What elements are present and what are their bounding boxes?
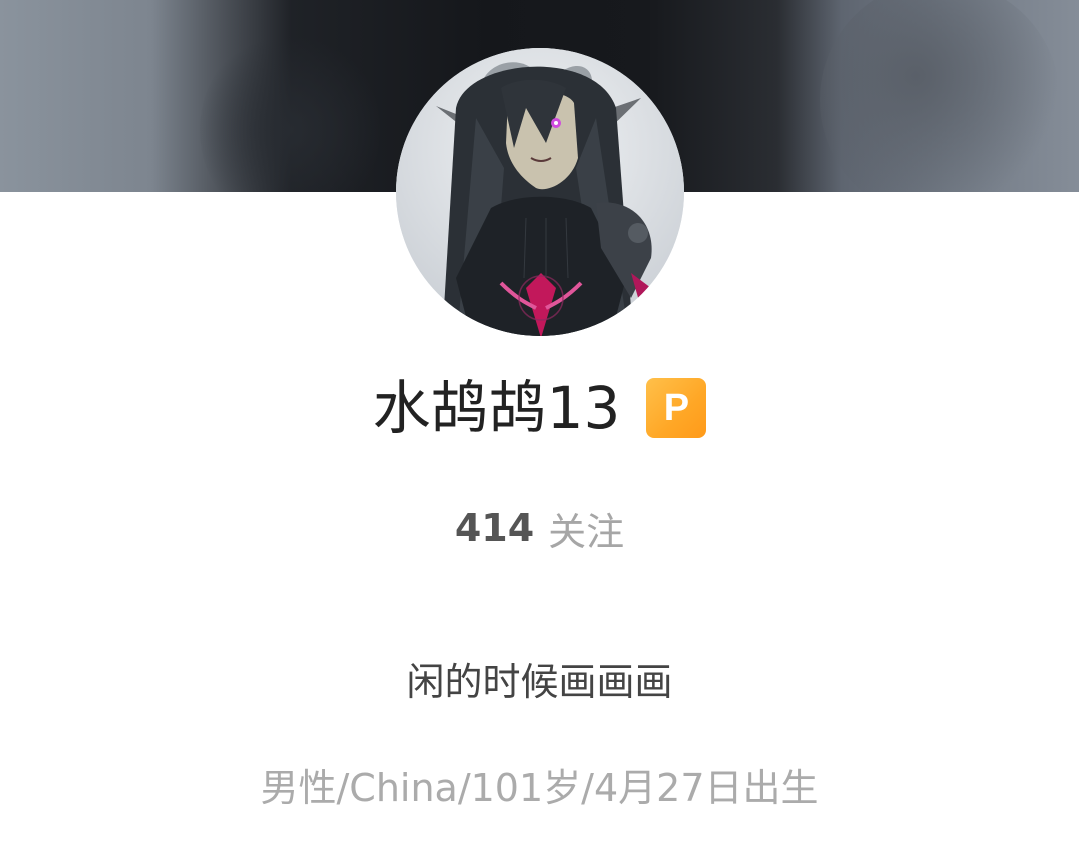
cover-highlight	[820, 0, 1060, 192]
avatar-illustration	[396, 48, 684, 336]
follow-count: 414	[454, 506, 535, 550]
p-badge-icon[interactable]: P	[646, 378, 707, 438]
follow-stat[interactable]: 414 关注	[0, 500, 1079, 556]
profile-bio: 闲的时候画画画	[406, 660, 673, 704]
follow-label: 关注	[548, 509, 625, 554]
profile-name-row: 水鸪鸪13 P	[0, 368, 1079, 448]
cover-shadow	[200, 30, 380, 192]
profile-avatar[interactable]	[396, 48, 684, 336]
profile-info: 男性/China/101岁/4月27日出生	[260, 766, 819, 810]
profile-name: 水鸪鸪13	[372, 374, 621, 442]
profile-page: 水鸪鸪13 P 414 关注 闲的时候画画画 男性/China/101岁/4月2…	[0, 0, 1079, 844]
